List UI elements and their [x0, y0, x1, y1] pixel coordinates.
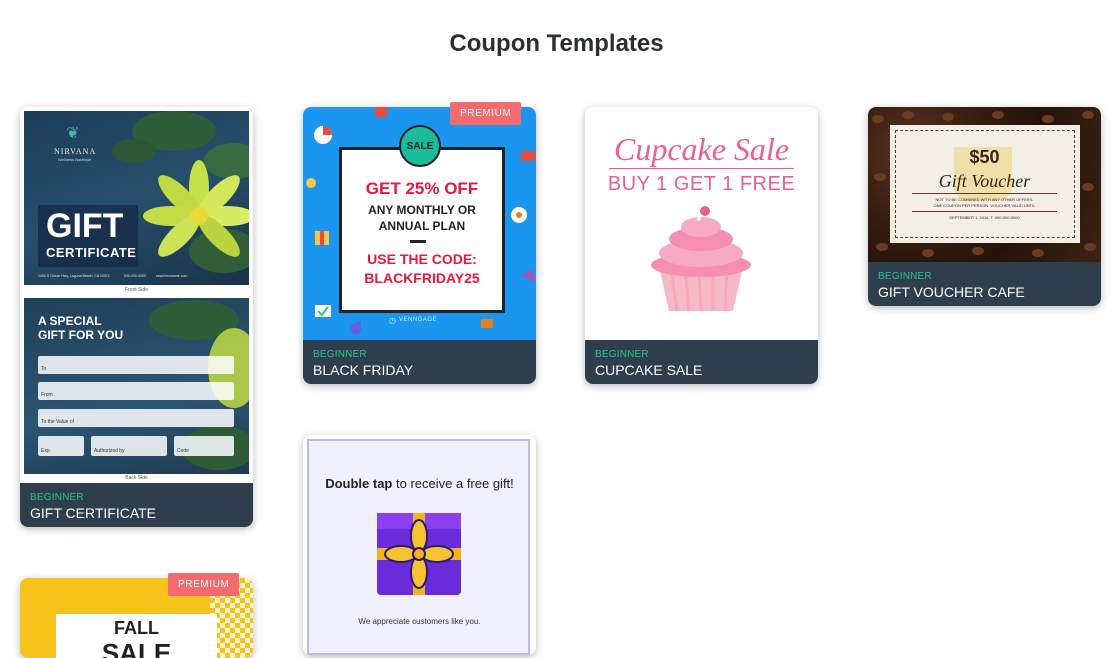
field-exp-label: Exp: [41, 448, 50, 454]
voucher-fine-2: ONE COUPON PER PERSON. VOUCHER VALID UNT…: [933, 203, 1036, 208]
cupcake-subtitle: BUY 1 GET 1 FREE: [607, 173, 796, 195]
cupcake-illustration: [651, 206, 751, 312]
sale-text: SALE: [101, 638, 172, 658]
back-side-label: Back Side: [125, 475, 148, 481]
page-title: Coupon Templates: [449, 30, 664, 57]
card-footer: BEGINNER GIFT VOUCHER CAFE: [868, 262, 1101, 306]
difficulty-label: BEGINNER: [878, 271, 932, 282]
card-footer: BEGINNER GIFT CERTIFICATE: [20, 483, 253, 527]
difficulty-label: BEGINNER: [30, 492, 84, 503]
cupcake-title: Cupcake Sale: [613, 131, 790, 167]
field-code-label: Code: [177, 448, 189, 454]
offer-line-4: USE THE CODE:: [367, 251, 477, 267]
field-to-label: To: [41, 366, 47, 372]
difficulty-label: BEGINNER: [313, 349, 367, 360]
title-rule: [912, 193, 1057, 194]
template-thumbnail: Double tap to receive a free gift! We ap…: [303, 435, 536, 655]
tap-message: Double tap to receive a free gift!: [303, 476, 536, 491]
offer-line-3: ANNUAL PLAN: [378, 219, 466, 233]
template-name: GIFT VOUCHER CAFE: [878, 284, 1025, 300]
template-thumbnail: Cupcake Sale BUY 1 GET 1 FREE: [585, 107, 818, 340]
card-footer: BEGINNER CUPCAKE SALE: [585, 340, 818, 384]
field-from: From: [38, 382, 234, 400]
sale-badge: SALE: [399, 125, 441, 167]
template-card-gift-voucher-cafe[interactable]: $50 Gift Voucher NOT TO BE COMBINED WITH…: [868, 107, 1101, 306]
field-value-label: To the Value of: [41, 419, 74, 425]
certificate-text: CERTIFICATE: [46, 245, 137, 260]
template-card-gift-certificate[interactable]: ❦ NIRVANA Wellness Boutique GIFT CERTIFI…: [20, 107, 253, 527]
voucher-amount: $50: [969, 147, 1000, 167]
difficulty-label: BEGINNER: [595, 349, 649, 360]
voucher-fine-3: SEPTEMBER 1, 2016. T: 000-000-0000: [949, 215, 1020, 220]
lotus-logo-icon: ❦: [66, 125, 80, 142]
premium-badge: PREMIUM: [168, 573, 240, 596]
field-value: To the Value of: [38, 409, 234, 427]
promo-code: BLACKFRIDAY25: [364, 270, 480, 286]
template-thumbnail: $50 Gift Voucher NOT TO BE COMBINED WITH…: [868, 107, 1101, 262]
field-authorized-label: Authorized by: [94, 448, 125, 454]
card-footer: BEGINNER BLACK FRIDAY: [303, 340, 536, 384]
offer-line-2: ANY MONTHLY OR: [368, 203, 476, 217]
front-side-panel: ❦ NIRVANA Wellness Boutique GIFT CERTIFI…: [24, 111, 249, 285]
template-thumbnail: SALE GET 25% OFF ANY MONTHLY OR ANNUAL P…: [303, 107, 536, 340]
tap-message-bold: Double tap: [325, 476, 393, 491]
template-card-cupcake-sale[interactable]: Cupcake Sale BUY 1 GET 1 FREE BEGINNER C…: [585, 107, 818, 384]
front-address: 1400 S Ocean Hwy, Laguna Beach, CA 10012: [38, 274, 110, 278]
field-exp: Exp: [38, 436, 84, 456]
field-code: Code: [174, 436, 234, 456]
gift-box-icon: [377, 513, 461, 595]
front-website: www.hmsname.com: [156, 274, 188, 278]
field-from-label: From: [41, 392, 53, 398]
front-phone: 540-000-0000: [124, 274, 146, 278]
brand-subtitle: Wellness Boutique: [58, 157, 92, 162]
template-name: GIFT CERTIFICATE: [30, 505, 157, 521]
voucher-title: Gift Voucher: [938, 171, 1031, 191]
front-side-label: Front Side: [124, 287, 149, 293]
field-to: To: [38, 356, 234, 374]
gift-big-text: GIFT: [46, 207, 124, 245]
voucher-fine-rule: [912, 211, 1057, 212]
template-card-double-tap-gift[interactable]: Double tap to receive a free gift! We ap…: [303, 435, 536, 655]
tap-message-rest: to receive a free gift!: [396, 476, 514, 491]
offer-line-1: GET 25% OFF: [365, 179, 479, 198]
template-name: CUPCAKE SALE: [595, 362, 703, 378]
divider: [410, 240, 426, 243]
template-card-black-friday[interactable]: SALE GET 25% OFF ANY MONTHLY OR ANNUAL P…: [303, 107, 536, 384]
sale-badge-text: SALE: [406, 140, 434, 152]
voucher-fine-1: NOT TO BE COMBINED WITH ANY OTHER OFFERS…: [935, 197, 1034, 202]
scissors-icon: ✂: [1060, 129, 1068, 139]
thanks-text: We appreciate customers like you.: [358, 617, 481, 626]
back-headline-2: GIFT FOR YOU: [38, 328, 124, 342]
brand-label: VENNGAGE: [399, 317, 438, 323]
template-name: BLACK FRIDAY: [313, 362, 414, 378]
brand-name: NIRVANA: [54, 147, 97, 156]
back-side-panel: A SPECIAL GIFT FOR YOU To From To the Va…: [24, 298, 249, 474]
title-underline: [609, 168, 794, 169]
back-headline-1: A SPECIAL: [38, 314, 102, 328]
field-authorized: Authorized by: [91, 436, 167, 456]
fall-text: FALL: [114, 618, 159, 638]
venngage-logo-icon: ◷: [389, 316, 396, 325]
premium-badge: PREMIUM: [450, 102, 522, 125]
template-thumbnail: ❦ NIRVANA Wellness Boutique GIFT CERTIFI…: [20, 107, 253, 483]
